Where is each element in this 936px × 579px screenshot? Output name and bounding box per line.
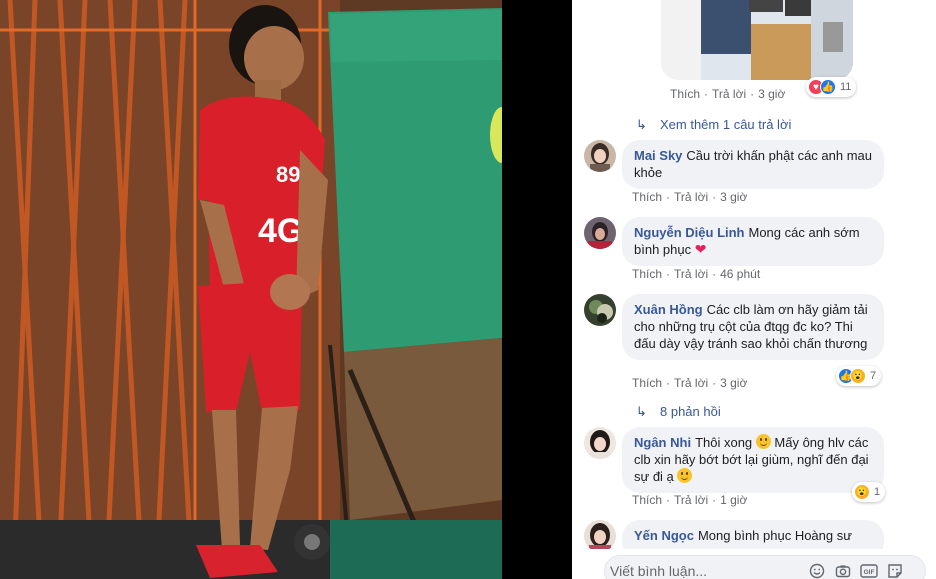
player-photo: 89 4G — [0, 0, 502, 579]
commenter-name[interactable]: Yến Ngọc — [634, 528, 694, 543]
comment-image-attachment[interactable] — [661, 0, 853, 80]
comment-meta: Thích · Trả lời · 3 giờ — [670, 87, 786, 101]
like-link[interactable]: Thích — [632, 493, 662, 507]
wow-reaction-icon: 😮 — [850, 368, 866, 384]
view-more-replies-label: Xem thêm 1 câu trả lời — [660, 117, 792, 132]
avatar-image — [584, 217, 616, 249]
comment-bubble: Ngân Nhi Thôi xong Mấy ông hlv các clb xi… — [622, 427, 884, 493]
comment-bubble: Xuân Hồng Các clb làm ơn hãy giảm tải cho… — [622, 294, 884, 360]
composer-icons: GIF — [808, 562, 904, 579]
timestamp: 3 giờ — [720, 376, 748, 390]
avatar-image — [584, 427, 616, 459]
sticker-icon[interactable] — [886, 562, 904, 579]
avatar[interactable] — [584, 427, 616, 459]
reaction-count: 11 — [840, 81, 852, 93]
reply-link[interactable]: Trả lời — [674, 190, 708, 204]
comment-meta: Thích · Trả lời · 3 giờ — [632, 190, 748, 204]
gif-icon[interactable]: GIF — [860, 562, 878, 579]
commenter-name[interactable]: Ngân Nhi — [634, 435, 691, 450]
avatar[interactable] — [584, 520, 616, 552]
avatar[interactable] — [584, 140, 616, 172]
comment-bubble: Nguyễn Diệu Linh Mong các anh sớm bình ph… — [622, 217, 884, 266]
avatar[interactable] — [584, 294, 616, 326]
reaction-summary[interactable]: 😮 1 — [852, 482, 886, 502]
comment-bubble: Mai Sky Cầu trời khấn phật các anh mau kh… — [622, 140, 884, 189]
like-link[interactable]: Thích — [632, 190, 662, 204]
reaction-summary[interactable]: 👍 😮 7 — [836, 366, 882, 386]
smile-emoji-icon — [755, 434, 771, 449]
avatar[interactable] — [584, 217, 616, 249]
reply-link[interactable]: Trả lời — [712, 87, 746, 101]
comment-meta: Thích · Trả lời · 46 phút — [632, 267, 761, 281]
office-photo — [661, 0, 853, 80]
comment-text-a: Thôi xong — [695, 435, 753, 450]
reply-link[interactable]: Trả lời — [674, 376, 708, 390]
jersey-number: 89 — [276, 162, 300, 187]
like-link[interactable]: Thích — [632, 267, 662, 281]
comment-meta: Thích · Trả lời · 3 giờ — [632, 376, 748, 390]
camera-icon[interactable] — [834, 562, 852, 579]
avatar-image — [584, 520, 616, 552]
like-link[interactable]: Thích — [670, 87, 700, 101]
view-replies[interactable]: ↳ 8 phản hồi — [636, 404, 721, 420]
reply-link[interactable]: Trả lời — [674, 493, 708, 507]
reaction-count: 7 — [870, 370, 877, 382]
reply-arrow-icon: ↳ — [636, 404, 647, 419]
comment-text: Mong bình phục Hoàng sư — [697, 528, 852, 543]
wow-reaction-icon: 😮 — [854, 484, 870, 500]
timestamp: 46 phút — [720, 267, 761, 281]
reaction-summary[interactable]: ♥ 👍 11 — [806, 77, 857, 97]
view-more-replies[interactable]: ↳ Xem thêm 1 câu trả lời — [636, 117, 791, 133]
jersey-text: 4G — [258, 212, 303, 250]
post-photo[interactable]: 89 4G — [0, 0, 502, 579]
commenter-name[interactable]: Nguyễn Diệu Linh — [634, 225, 745, 240]
comments-scroll[interactable]: ♥ 👍 11 Thích · Trả lời · 3 giờ ↳ Xem thêm 1 c… — [572, 0, 936, 579]
smile-emoji-icon — [677, 468, 693, 483]
avatar-image — [584, 294, 616, 326]
reply-arrow-icon: ↳ — [636, 117, 647, 132]
like-reaction-icon: 👍 — [820, 79, 836, 95]
timestamp: 3 giờ — [758, 87, 786, 101]
svg-text:GIF: GIF — [864, 569, 875, 576]
comment-meta: Thích · Trả lời · 1 giờ — [632, 493, 748, 507]
viewer-margin — [502, 0, 572, 579]
view-replies-label: 8 phản hồi — [660, 404, 721, 419]
like-link[interactable]: Thích — [632, 376, 662, 390]
commenter-name[interactable]: Xuân Hồng — [634, 302, 703, 317]
heart-emoji-icon: ❤ — [694, 241, 707, 257]
comments-panel[interactable]: ♥ 👍 11 Thích · Trả lời · 3 giờ ↳ Xem thêm 1 c… — [572, 0, 936, 579]
timestamp: 1 giờ — [720, 493, 748, 507]
avatar-image — [584, 140, 616, 172]
reply-link[interactable]: Trả lời — [674, 267, 708, 281]
emoji-icon[interactable] — [808, 562, 826, 579]
reaction-count: 1 — [874, 486, 881, 498]
comment-composer: Viết bình luận... GIF — [572, 549, 936, 579]
timestamp: 3 giờ — [720, 190, 748, 204]
commenter-name[interactable]: Mai Sky — [634, 148, 682, 163]
comment-input-placeholder: Viết bình luận... — [610, 563, 708, 579]
